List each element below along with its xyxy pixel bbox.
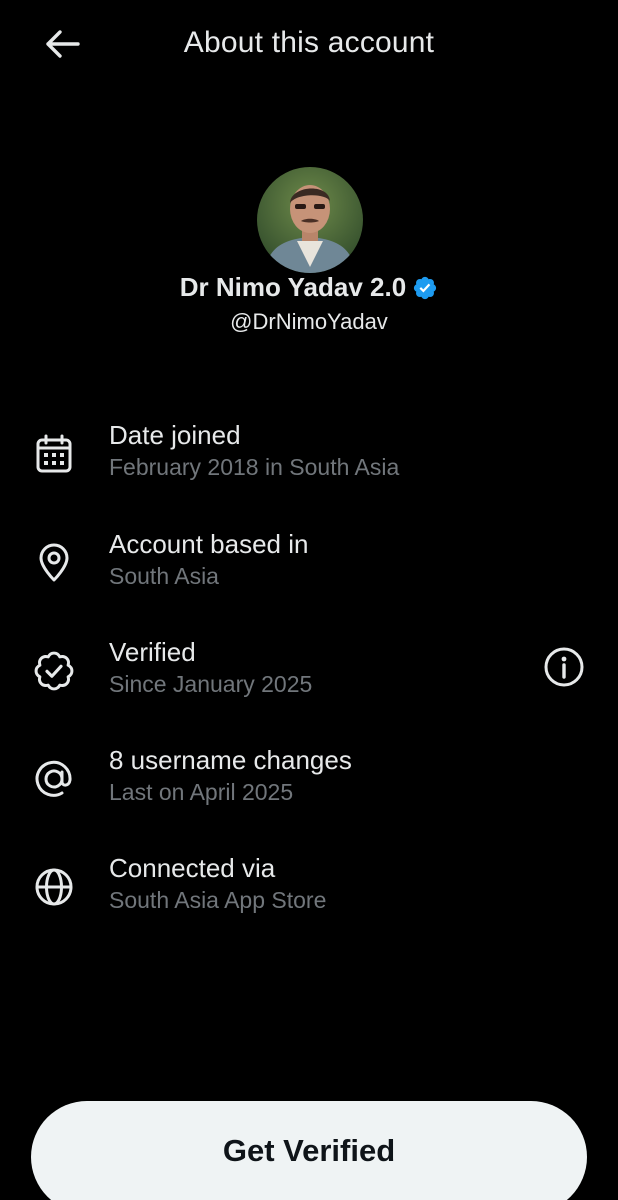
info-icon — [544, 647, 584, 687]
username-handle: @DrNimoYadav — [230, 309, 388, 334]
globe-icon — [32, 865, 76, 909]
about-account-screen: About this account Dr Nimo Yadav 2.0 @Dr… — [0, 0, 618, 1200]
display-name-row: Dr Nimo Yadav 2.0 — [0, 272, 618, 303]
account-based-in-value: South Asia — [109, 563, 219, 589]
connected-via-row: Connected via South Asia App Store — [0, 853, 618, 943]
verified-info-button[interactable] — [542, 645, 586, 689]
date-joined-value: February 2018 in South Asia — [109, 454, 400, 480]
account-based-in-row: Account based in South Asia — [0, 529, 618, 619]
calendar-icon — [32, 432, 76, 476]
get-verified-label: Get Verified — [222, 1133, 396, 1168]
connected-via-label: Connected via — [109, 853, 276, 883]
verified-badge-icon — [32, 649, 76, 693]
date-joined-row: Date joined February 2018 in South Asia — [0, 420, 618, 510]
verified-badge-icon — [414, 276, 437, 299]
verified-row: Verified Since January 2025 — [0, 637, 618, 727]
username-changes-label: 8 username changes — [109, 745, 352, 775]
avatar[interactable] — [257, 167, 363, 273]
verified-value: Since January 2025 — [109, 671, 313, 697]
date-joined-label: Date joined — [109, 420, 241, 450]
top-bar: About this account — [0, 0, 618, 90]
get-verified-button[interactable]: Get Verified — [31, 1101, 587, 1200]
at-sign-icon — [32, 757, 76, 801]
page-title: About this account — [183, 26, 435, 59]
profile-photo — [257, 167, 363, 273]
account-based-in-label: Account based in — [109, 529, 309, 559]
connected-via-value: South Asia App Store — [109, 887, 327, 913]
display-name: Dr Nimo Yadav 2.0 — [179, 272, 407, 302]
location-pin-icon — [32, 541, 76, 585]
username-changes-value: Last on April 2025 — [109, 779, 294, 805]
username-changes-row: 8 username changes Last on April 2025 — [0, 745, 618, 835]
verified-label: Verified — [109, 637, 196, 667]
